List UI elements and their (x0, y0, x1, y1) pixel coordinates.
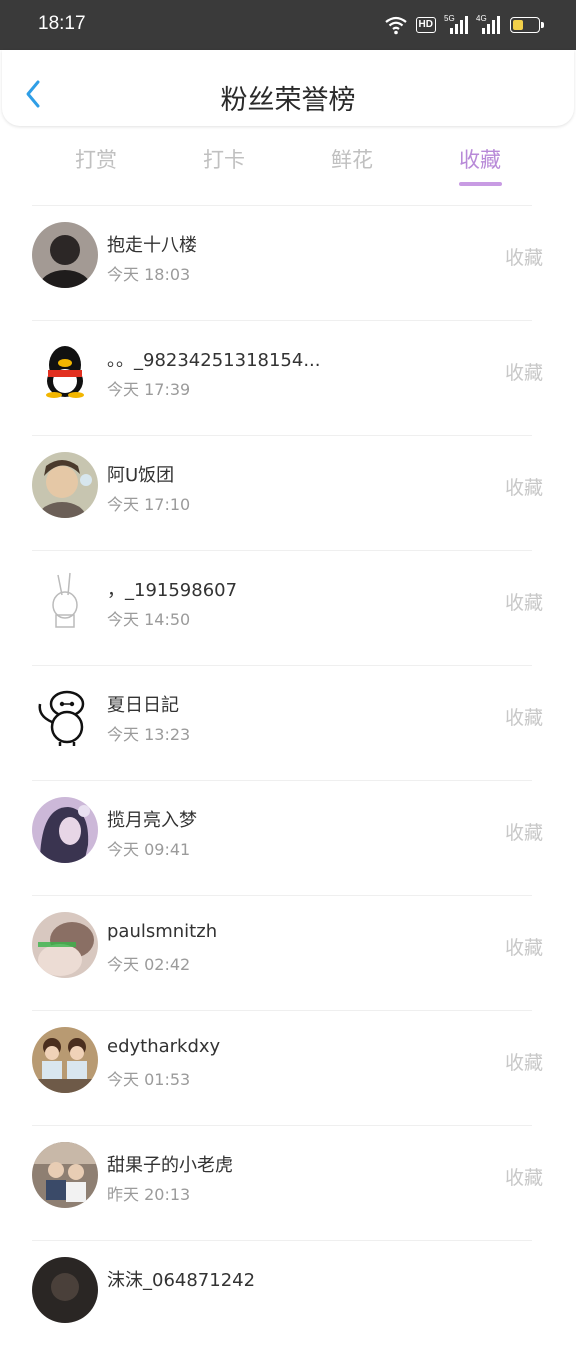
list-item[interactable]: 阿U饭团 今天 17:10 收藏 (0, 435, 576, 550)
fan-name: 抱走十八楼 (107, 235, 197, 256)
avatar (32, 1142, 98, 1208)
favorite-label: 收藏 (504, 1052, 543, 1074)
fan-time: 今天 18:03 (107, 265, 191, 284)
fan-time: 今天 13:23 (107, 725, 191, 744)
favorite-label: 收藏 (504, 707, 543, 729)
tab-bar: 打赏 打卡 鲜花 收藏 (0, 130, 576, 190)
status-bar: 18:17 HD 5G 4G (0, 0, 576, 50)
list-item[interactable]: edytharkdxy 今天 01:53 收藏 (0, 1010, 576, 1125)
signal-5g-icon: 5G (444, 14, 468, 35)
signal-4g-icon: 4G (476, 14, 500, 35)
header: 粉丝荣誉榜 (2, 50, 574, 126)
fan-name: 甜果子的小老虎 (107, 1155, 233, 1176)
fan-time: 今天 01:53 (107, 1070, 191, 1089)
avatar (32, 1027, 98, 1093)
wifi-icon (384, 16, 407, 35)
avatar (32, 567, 98, 633)
list-item[interactable]: ，_191598607 今天 14:50 收藏 (0, 550, 576, 665)
fan-time: 今天 02:42 (107, 955, 191, 974)
fan-name: 夏日日記 (107, 695, 179, 716)
tab-flowers[interactable]: 鲜花 (302, 144, 402, 174)
fan-name: ，_191598607 (107, 580, 238, 601)
fan-time: 今天 17:39 (107, 380, 191, 399)
fan-name: 阿U饭团 (107, 465, 175, 486)
fan-name: 。。_98234251318154... (107, 350, 321, 371)
avatar (32, 912, 98, 978)
tab-reward[interactable]: 打赏 (46, 144, 146, 174)
avatar (32, 337, 98, 403)
fan-time: 今天 17:10 (107, 495, 191, 514)
fan-name: 沫沫_064871242 (107, 1270, 256, 1291)
list-item[interactable]: 抱走十八楼 今天 18:03 收藏 (0, 205, 576, 320)
fan-name: 揽月亮入梦 (107, 810, 197, 831)
avatar (32, 452, 98, 518)
avatar (32, 222, 98, 288)
favorite-label: 收藏 (504, 247, 543, 269)
list-item[interactable]: 夏日日記 今天 13:23 收藏 (0, 665, 576, 780)
avatar (32, 1257, 98, 1323)
tab-checkin[interactable]: 打卡 (174, 144, 274, 174)
list-item[interactable]: paulsmnitzh 今天 02:42 收藏 (0, 895, 576, 1010)
fan-name: paulsmnitzh (107, 921, 218, 942)
favorite-label: 收藏 (504, 592, 543, 614)
tab-favorites[interactable]: 收藏 (430, 144, 530, 174)
favorite-label: 收藏 (504, 362, 543, 384)
list-item[interactable]: 甜果子的小老虎 昨天 20:13 收藏 (0, 1125, 576, 1240)
favorite-label: 收藏 (504, 1167, 543, 1189)
favorite-label: 收藏 (504, 477, 543, 499)
fan-time: 昨天 20:13 (107, 1185, 191, 1204)
list-item[interactable]: 。。_98234251318154... 今天 17:39 收藏 (0, 320, 576, 435)
fan-list: 抱走十八楼 今天 18:03 收藏 。。_98234251318154... 今… (0, 205, 576, 1355)
list-item[interactable]: 揽月亮入梦 今天 09:41 收藏 (0, 780, 576, 895)
fan-time: 今天 09:41 (107, 840, 191, 859)
status-icons: HD 5G 4G (384, 14, 544, 36)
avatar (32, 797, 98, 863)
page-title: 粉丝荣誉榜 (220, 85, 356, 116)
favorite-label: 收藏 (504, 822, 543, 844)
avatar (32, 682, 98, 748)
fan-name: edytharkdxy (107, 1036, 221, 1057)
status-time: 18:17 (38, 13, 86, 34)
battery-icon (510, 17, 544, 33)
hd-icon: HD (415, 17, 436, 33)
list-item[interactable]: 沫沫_064871242 (0, 1240, 576, 1355)
tab-active-indicator (459, 182, 502, 186)
fan-time: 今天 14:50 (107, 610, 191, 629)
favorite-label: 收藏 (504, 937, 543, 959)
